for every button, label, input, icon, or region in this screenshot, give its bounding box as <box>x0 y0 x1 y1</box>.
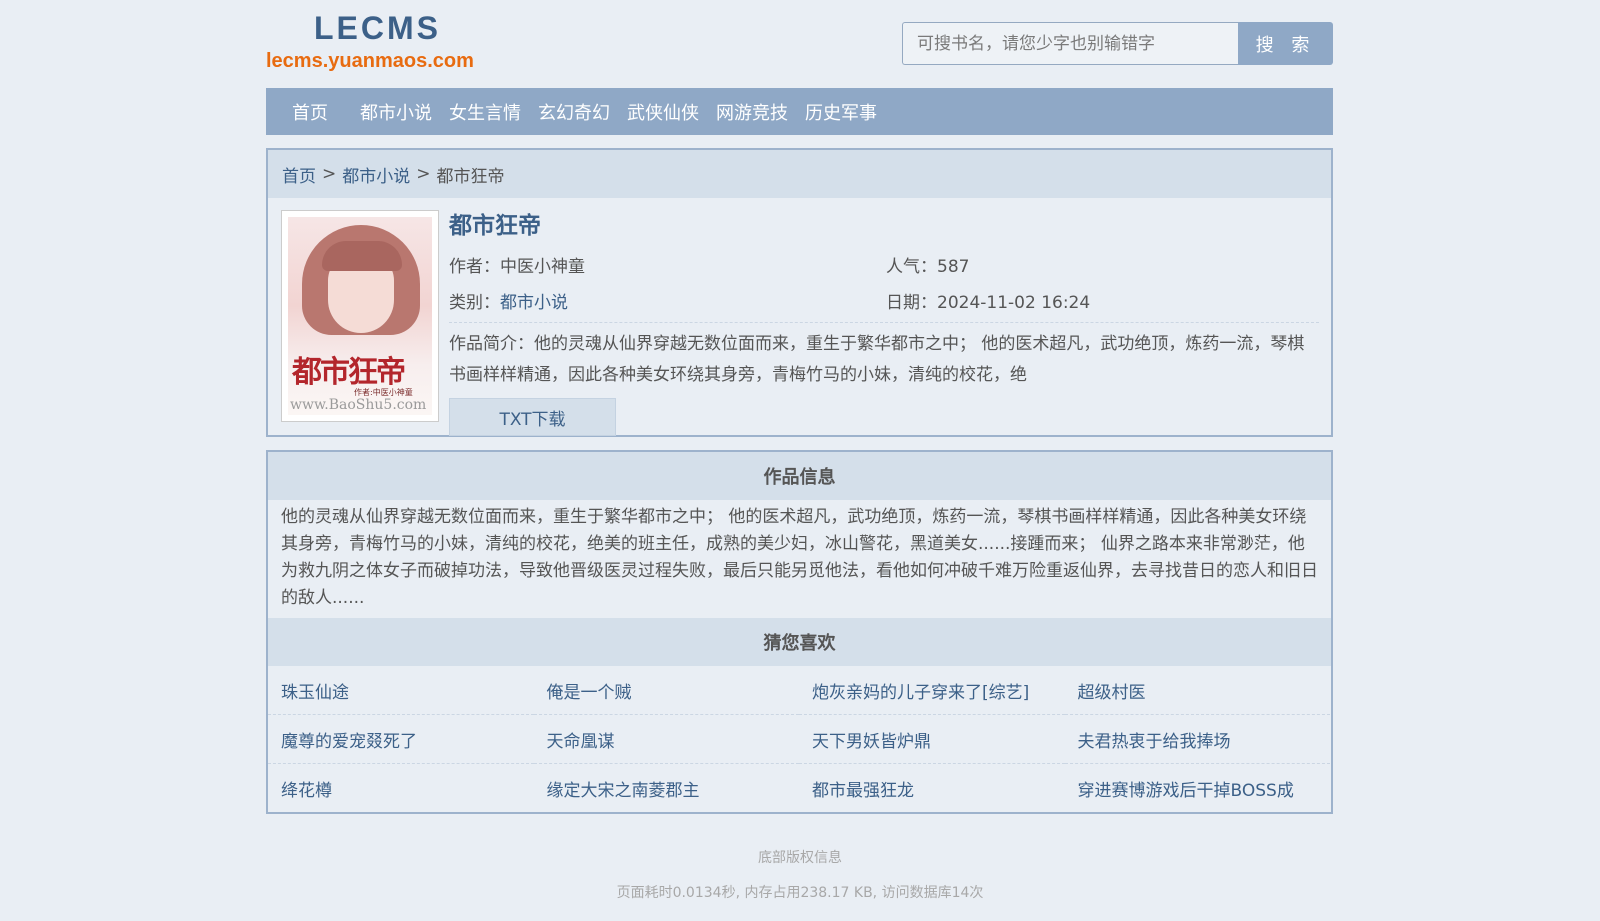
search-input[interactable] <box>902 22 1238 65</box>
recommend-item[interactable]: 超级村医 <box>1064 666 1330 715</box>
recommend-item[interactable]: 缘定大宋之南菱郡主 <box>534 764 800 813</box>
footer-stats: 页面耗时0.0134秒, 内存占用238.17 KB, 访问数据库14次 <box>616 885 984 901</box>
breadcrumb-category[interactable]: 都市小说 <box>342 162 410 187</box>
recommend-item[interactable]: 穿进赛博游戏后干掉BOSS成 <box>1065 764 1331 813</box>
recommend-item[interactable]: 都市最强狂龙 <box>799 764 1065 813</box>
divider <box>449 322 1319 323</box>
book-title: 都市狂帝 <box>449 213 541 239</box>
breadcrumb-separator: > <box>416 164 431 184</box>
book-detail-panel: 首页 > 都市小说 > 都市狂帝 都市狂帝 作者:中医小神童 www.BaoSh… <box>266 148 1333 437</box>
nav-item-gaming[interactable]: 网游竞技 <box>716 99 788 125</box>
work-info-description: 他的灵魂从仙界穿越无数位面而来，重生于繁华都市之中； 他的医术超凡，武功绝顶，炼… <box>281 507 1318 608</box>
search-button[interactable]: 搜 索 <box>1238 22 1333 65</box>
recommend-item[interactable]: 魔尊的爱宠叕死了 <box>268 715 534 764</box>
category-link[interactable]: 都市小说 <box>500 293 568 313</box>
main-nav: 首页 都市小说 女生言情 玄幻奇幻 武侠仙侠 网游竞技 历史军事 <box>266 88 1333 135</box>
author-label: 作者： <box>449 256 500 277</box>
popularity-value: 587 <box>937 256 970 277</box>
date-field: 日期：2024-11-02 16:24 <box>886 288 1090 313</box>
cover-image: 都市狂帝 作者:中医小神童 www.BaoShu5.com <box>288 217 432 415</box>
breadcrumb-current: 都市狂帝 <box>436 166 505 187</box>
cover-title-text: 都市狂帝 <box>292 355 406 390</box>
recommend-item[interactable]: 绛花樽 <box>268 764 534 813</box>
txt-download-button[interactable]: TXT下载 <box>449 398 616 436</box>
cover-watermark: www.BaoShu5.com <box>290 397 427 413</box>
nav-item-wuxia[interactable]: 武侠仙侠 <box>627 99 699 125</box>
date-label: 日期： <box>886 292 937 313</box>
author-field: 作者：中医小神童 <box>449 252 886 277</box>
recommend-item[interactable]: 珠玉仙途 <box>268 666 534 715</box>
book-info: 都市狂帝 作者：中医小神童 人气：587 类别：都市小说 日期：2024-11-… <box>449 206 1319 436</box>
breadcrumb: 首页 > 都市小说 > 都市狂帝 <box>268 150 1331 198</box>
recommend-item[interactable]: 夫君热衷于给我捧场 <box>1064 715 1330 764</box>
recommend-list: 珠玉仙途 俺是一个贼 炮灰亲妈的儿子穿来了[综艺] 超级村医 魔尊的爱宠叕死了 … <box>268 666 1331 813</box>
work-info-panel: 作品信息 他的灵魂从仙界穿越无数位面而来，重生于繁华都市之中； 他的医术超凡，武… <box>266 450 1333 814</box>
date-value: 2024-11-02 16:24 <box>937 292 1091 313</box>
recommend-item[interactable]: 炮灰亲妈的儿子穿来了[综艺] <box>799 666 1065 715</box>
recommend-item[interactable]: 俺是一个贼 <box>533 666 799 715</box>
cover-bangs-shape <box>322 241 402 271</box>
meta-row-author: 作者：中医小神童 人气：587 <box>449 246 1319 282</box>
book-cover[interactable]: 都市狂帝 作者:中医小神童 www.BaoShu5.com <box>281 210 439 422</box>
category-field: 类别：都市小说 <box>449 288 886 313</box>
category-label: 类别： <box>449 292 500 313</box>
nav-item-home[interactable]: 首页 <box>292 99 328 125</box>
nav-item-history[interactable]: 历史军事 <box>805 99 877 125</box>
popularity-field: 人气：587 <box>886 252 969 277</box>
recommend-item[interactable]: 天命凰谋 <box>533 715 799 764</box>
footer-copyright: 底部版权信息 <box>758 850 842 866</box>
book-intro: 作品简介：他的灵魂从仙界穿越无数位面而来，重生于繁华都市之中； 他的医术超凡，武… <box>449 329 1319 391</box>
site-logo-url[interactable]: lecms.yuanmaos.com <box>266 50 474 73</box>
nav-item-fantasy[interactable]: 玄幻奇幻 <box>538 99 610 125</box>
work-info-heading: 作品信息 <box>268 452 1331 500</box>
intro-text: 他的灵魂从仙界穿越无数位面而来，重生于繁华都市之中； 他的医术超凡，武功绝顶，炼… <box>449 334 1305 385</box>
breadcrumb-separator: > <box>322 164 337 184</box>
nav-item-romance[interactable]: 女生言情 <box>449 99 521 125</box>
recommend-item[interactable]: 天下男妖皆炉鼎 <box>799 715 1065 764</box>
intro-label: 作品简介： <box>449 334 534 354</box>
recommend-heading: 猜您喜欢 <box>268 618 1331 666</box>
nav-item-urban[interactable]: 都市小说 <box>360 99 432 125</box>
popularity-label: 人气： <box>886 256 937 277</box>
site-logo-title[interactable]: LECMS <box>314 10 441 47</box>
author-value: 中医小神童 <box>500 256 585 277</box>
search-form: 搜 索 <box>902 22 1333 65</box>
breadcrumb-home[interactable]: 首页 <box>282 162 316 187</box>
meta-row-category: 类别：都市小说 日期：2024-11-02 16:24 <box>449 282 1319 318</box>
